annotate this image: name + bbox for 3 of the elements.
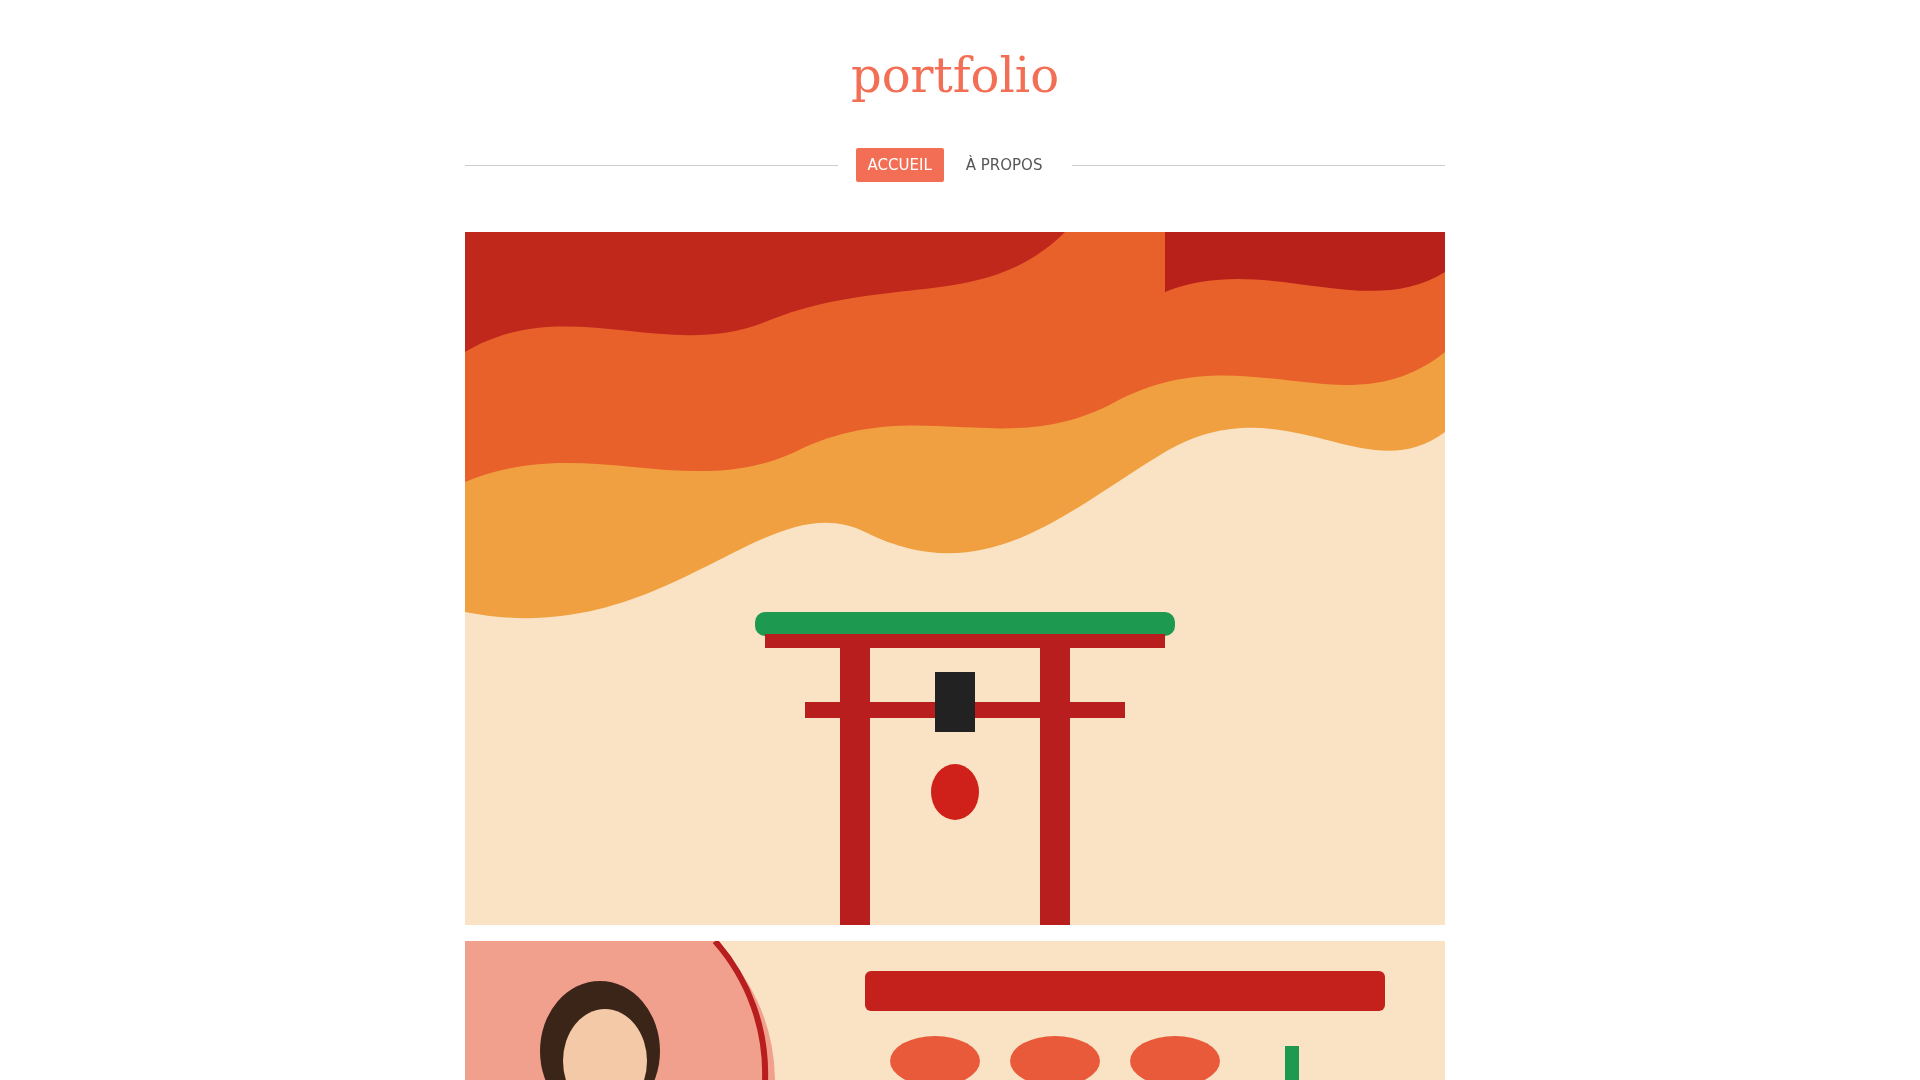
site-title[interactable]: portfolio [465,0,1445,108]
nav-tab[interactable]: ACCUEIL [855,148,944,182]
nav-tab[interactable]: À PROPOS [953,148,1055,182]
